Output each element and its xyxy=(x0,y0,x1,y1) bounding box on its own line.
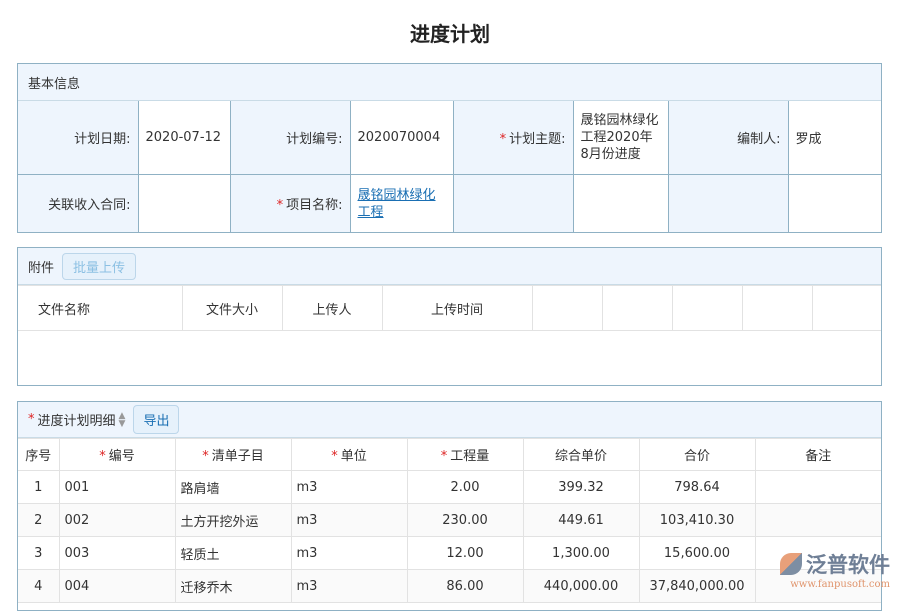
col-file-size[interactable]: 文件大小 xyxy=(182,286,282,331)
contract-value[interactable] xyxy=(138,174,230,233)
col-seq[interactable]: 序号 xyxy=(18,439,59,471)
cell-seq: 1 xyxy=(18,471,59,504)
sort-icon[interactable]: ▲▼ xyxy=(119,412,126,428)
logo-url: www.fanpusoft.com xyxy=(790,579,890,590)
cell-code: 001 xyxy=(59,471,175,504)
cell-total: 37,840,000.00 xyxy=(639,570,755,603)
cell-unit: m3 xyxy=(291,570,407,603)
plan-subject-value[interactable]: 晟铭园林绿化工程2020年8月份进度 xyxy=(573,101,668,174)
col-file-name[interactable]: 文件名称 xyxy=(18,286,182,331)
project-label: *项目名称: xyxy=(230,174,350,233)
plan-date-value[interactable]: 2020-07-12 xyxy=(138,101,230,174)
col-upload-time[interactable]: 上传时间 xyxy=(382,286,532,331)
cell-unit-price: 449.61 xyxy=(523,504,639,537)
col-unit-price[interactable]: 综合单价 xyxy=(523,439,639,471)
cell-item: 迁移乔木 xyxy=(175,570,291,603)
export-button[interactable]: 导出 xyxy=(133,405,179,434)
detail-header: 进度计划明细 xyxy=(38,410,116,429)
col-uploader[interactable]: 上传人 xyxy=(282,286,382,331)
cell-total: 103,410.30 xyxy=(639,504,755,537)
plan-no-label: 计划编号: xyxy=(230,101,350,174)
table-row[interactable]: 2002土方开挖外运m3230.00449.61103,410.30 xyxy=(18,504,881,537)
empty-cell xyxy=(573,174,668,233)
col-unit[interactable]: *单位 xyxy=(291,439,407,471)
cell-quantity: 12.00 xyxy=(407,537,523,570)
table-row[interactable]: 4004迁移乔木m386.00440,000.0037,840,000.00 xyxy=(18,570,881,603)
contract-label: 关联收入合同: xyxy=(18,174,138,233)
basic-info-header: 基本信息 xyxy=(18,64,881,101)
cell-unit: m3 xyxy=(291,504,407,537)
cell-total: 798.64 xyxy=(639,471,755,504)
col-item[interactable]: *清单子目 xyxy=(175,439,291,471)
col-empty xyxy=(742,286,812,331)
cell-unit: m3 xyxy=(291,537,407,570)
cell-unit-price: 399.32 xyxy=(523,471,639,504)
table-row[interactable]: 1001路肩墙m32.00399.32798.64 xyxy=(18,471,881,504)
logo-name: 泛普软件 xyxy=(806,549,890,579)
cell-unit: m3 xyxy=(291,471,407,504)
cell-remark xyxy=(755,504,881,537)
col-empty xyxy=(672,286,742,331)
cell-quantity: 230.00 xyxy=(407,504,523,537)
cell-seq: 4 xyxy=(18,570,59,603)
cell-item: 土方开挖外运 xyxy=(175,504,291,537)
col-total[interactable]: 合价 xyxy=(639,439,755,471)
cell-remark xyxy=(755,471,881,504)
attachments-header: 附件 xyxy=(28,257,54,276)
col-code[interactable]: *编号 xyxy=(59,439,175,471)
creator-label: 编制人: xyxy=(668,101,788,174)
cell-quantity: 86.00 xyxy=(407,570,523,603)
plan-subject-label: *计划主题: xyxy=(453,101,573,174)
watermark-logo: 泛普软件 www.fanpusoft.com xyxy=(780,549,890,590)
cell-seq: 3 xyxy=(18,537,59,570)
col-remark[interactable]: 备注 xyxy=(755,439,881,471)
col-empty xyxy=(602,286,672,331)
cell-item: 轻质土 xyxy=(175,537,291,570)
empty-cell xyxy=(668,174,788,233)
cell-seq: 2 xyxy=(18,504,59,537)
batch-upload-button[interactable]: 批量上传 xyxy=(62,253,136,280)
empty-cell xyxy=(788,174,881,233)
empty-cell xyxy=(453,174,573,233)
col-quantity[interactable]: *工程量 xyxy=(407,439,523,471)
logo-icon xyxy=(780,553,802,575)
creator-value[interactable]: 罗成 xyxy=(788,101,881,174)
cell-unit-price: 1,300.00 xyxy=(523,537,639,570)
page-title: 进度计划 xyxy=(0,18,900,47)
cell-item: 路肩墙 xyxy=(175,471,291,504)
cell-code: 002 xyxy=(59,504,175,537)
cell-code: 004 xyxy=(59,570,175,603)
col-empty xyxy=(532,286,602,331)
cell-unit-price: 440,000.00 xyxy=(523,570,639,603)
plan-no-value[interactable]: 2020070004 xyxy=(350,101,453,174)
detail-panel: *进度计划明细 ▲▼ 导出 序号 *编号 *清单子目 *单位 *工程量 综合单价… xyxy=(17,401,882,611)
cell-code: 003 xyxy=(59,537,175,570)
table-row[interactable]: 3003轻质土m312.001,300.0015,600.00 xyxy=(18,537,881,570)
cell-total: 15,600.00 xyxy=(639,537,755,570)
cell-quantity: 2.00 xyxy=(407,471,523,504)
plan-date-label: 计划日期: xyxy=(18,101,138,174)
col-empty xyxy=(812,286,881,331)
basic-info-panel: 基本信息 计划日期: 2020-07-12 计划编号: 2020070004 *… xyxy=(17,63,882,233)
project-link[interactable]: 晟铭园林绿化工程 xyxy=(358,188,436,220)
attachments-panel: 附件 批量上传 文件名称 文件大小 上传人 上传时间 xyxy=(17,247,882,386)
